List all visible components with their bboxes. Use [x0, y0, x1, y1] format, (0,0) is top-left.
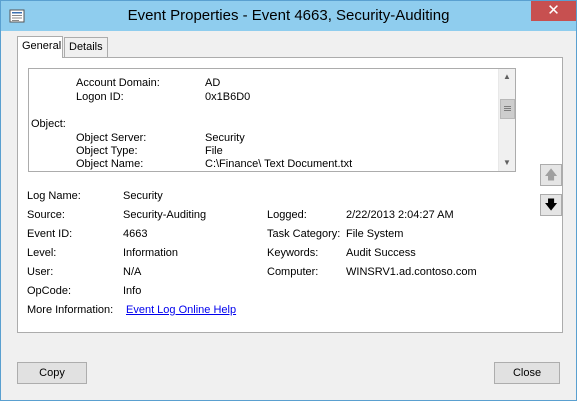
close-icon: ✕ — [547, 2, 560, 19]
close-window-button[interactable]: ✕ — [531, 1, 576, 21]
log-name-value: Security — [123, 190, 163, 202]
desc-value: C:\Finance\ Text Document.txt — [205, 158, 353, 170]
user-label: User: — [27, 266, 54, 278]
window-title: Event Properties - Event 4663, Security-… — [127, 7, 450, 24]
task-category-label: Task Category: — [267, 228, 341, 240]
opcode-label: OpCode: — [27, 285, 72, 297]
grip-line — [504, 108, 511, 109]
previous-event-button[interactable]: 🡅 — [540, 164, 562, 186]
event-properties-window: Event Properties - Event 4663, Security-… — [0, 0, 577, 401]
log-name-label: Log Name: — [27, 190, 81, 202]
desc-label: Object Name: — [76, 158, 144, 170]
event-id-label: Event ID: — [27, 228, 73, 240]
general-tab-panel: Account Domain: AD Logon ID: 0x1B6D0 Obj… — [17, 57, 563, 333]
computer-label: Computer: — [267, 266, 319, 278]
scrollbar-thumb[interactable] — [500, 99, 515, 119]
desc-label: Object Type: — [76, 145, 138, 157]
desc-section-label: Object: — [31, 118, 66, 130]
scroll-down-arrow-icon[interactable]: ▼ — [499, 155, 515, 171]
desc-label: Logon ID: — [76, 91, 124, 103]
title-bar[interactable]: Event Properties - Event 4663, Security-… — [1, 1, 576, 31]
source-label: Source: — [27, 209, 65, 221]
grip-line — [504, 106, 511, 107]
logged-value: 2/22/2013 2:04:27 AM — [346, 209, 454, 221]
tab-details[interactable]: Details — [64, 37, 108, 58]
copy-button[interactable]: Copy — [17, 362, 87, 384]
grip-line — [504, 110, 511, 111]
logged-label: Logged: — [267, 209, 307, 221]
arrow-up-icon: 🡅 — [544, 167, 558, 182]
event-log-online-help-link[interactable]: Event Log Online Help — [126, 303, 236, 317]
source-value: Security-Auditing — [123, 209, 207, 221]
desc-label: Object Server: — [76, 132, 147, 144]
desc-value: Security — [205, 132, 245, 144]
desc-value: AD — [205, 77, 221, 89]
more-information-label: More Information: — [27, 304, 114, 316]
event-description-box[interactable]: Account Domain: AD Logon ID: 0x1B6D0 Obj… — [28, 68, 516, 172]
task-category-value: File System — [346, 228, 404, 240]
description-scrollbar[interactable]: ▲ ▼ — [498, 69, 515, 171]
event-id-value: 4663 — [123, 228, 148, 240]
scroll-up-arrow-icon[interactable]: ▲ — [499, 69, 515, 85]
level-label: Level: — [27, 247, 57, 259]
opcode-value: Info — [123, 285, 142, 297]
close-button[interactable]: Close — [494, 362, 560, 384]
level-value: Information — [123, 247, 179, 259]
desc-label: Account Domain: — [76, 77, 160, 89]
tab-general[interactable]: General — [17, 36, 63, 58]
computer-value: WINSRV1.ad.contoso.com — [346, 266, 477, 278]
user-value: N/A — [123, 266, 142, 278]
arrow-down-icon: 🡇 — [544, 197, 558, 212]
next-event-button[interactable]: 🡇 — [540, 194, 562, 216]
keywords-label: Keywords: — [267, 247, 319, 259]
desc-value: 0x1B6D0 — [205, 91, 251, 103]
keywords-value: Audit Success — [346, 247, 416, 259]
desc-value: File — [205, 145, 223, 157]
